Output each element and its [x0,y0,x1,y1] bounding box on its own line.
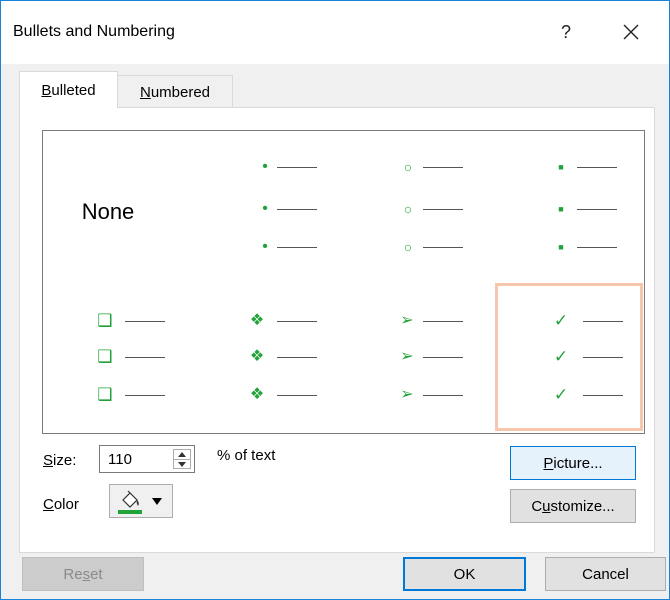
bullet-gallery: None • • • ○ ○ ○ ■ ■ ■ ❑ ❑ ❑ ❖ ❖ ❖ ➢ ➢ ➢… [42,130,645,434]
tab-numbered[interactable]: Numbered [118,75,233,108]
picture-button-label: Picture... [543,454,603,472]
hollow-circle-bullet-icon: ○ [403,201,413,217]
hollow-circle-bullet-icon: ○ [403,239,413,255]
bullet-option-four-diamond[interactable]: ❖ ❖ ❖ [193,281,343,431]
filled-square-bullet-icon: ■ [558,162,564,172]
customize-button-label: Customize... [531,497,615,515]
picture-button[interactable]: Picture... [510,446,636,480]
bullet-option-none[interactable]: None [43,131,193,281]
close-icon [623,24,639,40]
spin-down-icon [178,462,186,467]
filled-square-bullet-icon: ■ [558,204,564,214]
bullets-and-numbering-dialog: Bullets and Numbering ? Numbered Bullete… [0,0,670,600]
reset-button[interactable]: Reset [22,557,144,591]
bullet-option-arrowhead[interactable]: ➢ ➢ ➢ [343,281,493,431]
arrowhead-bullet-icon: ➢ [400,348,414,365]
hollow-circle-bullet-icon: ○ [403,159,413,175]
color-picker-button[interactable] [109,484,173,518]
bullet-option-small-dot[interactable]: • • • [193,131,343,281]
four-diamond-bullet-icon: ❖ [249,348,265,365]
customize-button[interactable]: Customize... [510,489,636,523]
help-icon: ? [560,21,571,42]
hollow-square-bullet-icon: ❑ [97,311,113,330]
tab-bulleted-label: Bulleted [41,81,96,99]
title-bar: Bullets and Numbering ? [1,1,669,64]
paint-bucket-icon [122,490,139,508]
hollow-square-bullet-icon: ❑ [97,385,113,404]
arrowhead-bullet-icon: ➢ [400,312,414,329]
size-spinner [173,449,191,469]
filled-square-bullet-icon: ■ [558,242,564,252]
size-label: Size: [43,452,77,469]
four-diamond-bullet-icon: ❖ [249,386,265,403]
small-dot-bullet-icon: • [262,158,268,175]
checkmark-bullet-icon: ✓ [553,385,569,404]
spin-down-button[interactable] [174,460,190,469]
cancel-button-label: Cancel [582,565,629,583]
checkmark-bullet-icon: ✓ [553,311,569,330]
close-button[interactable] [611,13,651,51]
spin-up-button[interactable] [174,450,190,459]
size-suffix: % of text [217,447,276,464]
four-diamond-bullet-icon: ❖ [249,312,265,329]
chevron-down-icon [152,498,162,505]
spin-up-icon [178,452,186,457]
tab-numbered-label: Numbered [139,83,211,101]
color-label: Color [43,496,79,513]
ok-button-label: OK [453,565,476,583]
hollow-square-bullet-icon: ❑ [97,347,113,366]
cancel-button[interactable]: Cancel [545,557,666,591]
help-button[interactable]: ? [548,13,584,51]
bullet-option-hollow-circle[interactable]: ○ ○ ○ [343,131,493,281]
bullet-option-checkmark[interactable]: ✓ ✓ ✓ [495,283,643,431]
size-value: 110 [108,451,132,468]
arrowhead-bullet-icon: ➢ [400,386,414,403]
checkmark-bullet-icon: ✓ [553,347,569,366]
bullet-option-hollow-square[interactable]: ❑ ❑ ❑ [43,281,193,431]
none-label: None [81,199,135,224]
small-dot-bullet-icon: • [262,200,268,217]
small-dot-bullet-icon: • [262,238,268,255]
color-swatch [118,510,142,514]
bullet-option-filled-square[interactable]: ■ ■ ■ [493,131,643,281]
tab-bulleted[interactable]: Bulleted [19,71,118,108]
reset-button-label: Reset [63,565,103,583]
size-stepper[interactable]: 110 [99,445,195,473]
ok-button[interactable]: OK [403,557,526,591]
dialog-title: Bullets and Numbering [13,23,175,40]
